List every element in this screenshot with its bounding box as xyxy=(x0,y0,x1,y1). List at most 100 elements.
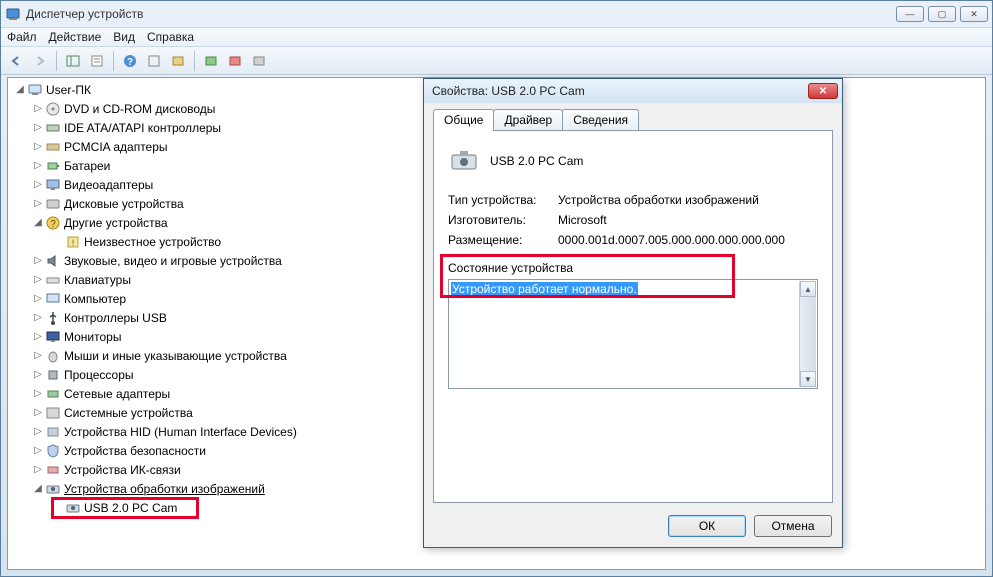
expand-icon[interactable]: ▷ xyxy=(32,350,44,361)
expand-icon[interactable]: ▷ xyxy=(32,369,44,380)
menubar: Файл Действие Вид Справка xyxy=(1,27,992,47)
cancel-button[interactable]: Отмена xyxy=(754,515,832,537)
menu-help[interactable]: Справка xyxy=(147,30,194,44)
tree-item[interactable]: ▷Устройства безопасности xyxy=(10,441,410,460)
tree-item[interactable]: ▷Сетевые адаптеры xyxy=(10,384,410,403)
close-button[interactable]: ✕ xyxy=(960,6,988,22)
help-button[interactable]: ? xyxy=(119,50,141,72)
dialog-buttons: ОК Отмена xyxy=(668,515,832,537)
tree-imaging-devices[interactable]: ◢ Устройства обработки изображений xyxy=(10,479,410,498)
client-area: ◢ User-ПК ▷DVD и CD-ROM дисководы▷IDE AT… xyxy=(7,77,986,570)
tree-unknown-device[interactable]: ! Неизвестное устройство xyxy=(10,232,410,251)
scrollbar-up-icon[interactable]: ▲ xyxy=(800,281,816,297)
expand-icon[interactable]: ▷ xyxy=(32,445,44,456)
maximize-button[interactable]: ▢ xyxy=(928,6,956,22)
expand-icon[interactable]: ▷ xyxy=(32,312,44,323)
properties-button[interactable] xyxy=(86,50,108,72)
expand-icon[interactable]: ▷ xyxy=(32,179,44,190)
tree-item[interactable]: ▷Процессоры xyxy=(10,365,410,384)
dialog-close-button[interactable]: ✕ xyxy=(808,83,838,99)
tab-general[interactable]: Общие xyxy=(433,109,494,131)
minimize-button[interactable]: — xyxy=(896,6,924,22)
tree-item[interactable]: ▷ Видеоадаптеры xyxy=(10,175,410,194)
webcam-icon xyxy=(65,500,81,516)
status-textbox[interactable]: Устройство работает нормально. ▲ ▼ xyxy=(448,279,818,389)
expand-icon[interactable]: ▷ xyxy=(32,274,44,285)
expand-icon[interactable]: ▷ xyxy=(32,293,44,304)
collapse-icon[interactable]: ◢ xyxy=(32,483,44,494)
expand-icon[interactable]: ▷ xyxy=(32,388,44,399)
tree-item[interactable]: ▷IDE ATA/ATAPI контроллеры xyxy=(10,118,410,137)
tree-item[interactable]: ▷Устройства HID (Human Interface Devices… xyxy=(10,422,410,441)
svg-text:?: ? xyxy=(50,219,56,230)
pcmcia-icon xyxy=(45,139,61,155)
tree-item[interactable]: ▷Мыши и иные указывающие устройства xyxy=(10,346,410,365)
device-tree[interactable]: ◢ User-ПК ▷DVD и CD-ROM дисководы▷IDE AT… xyxy=(10,80,410,567)
tree-item[interactable]: ▷PCMCIA адаптеры xyxy=(10,137,410,156)
uninstall-button[interactable] xyxy=(224,50,246,72)
expand-icon[interactable]: ▷ xyxy=(32,160,44,171)
update-driver-button[interactable] xyxy=(200,50,222,72)
show-hide-tree-button[interactable] xyxy=(62,50,84,72)
tree-item[interactable]: ▷ Мониторы xyxy=(10,327,410,346)
collapse-icon[interactable]: ◢ xyxy=(14,84,26,95)
tree-item-label: Клавиатуры xyxy=(64,273,131,287)
ide-icon xyxy=(45,120,61,136)
window-title: Диспетчер устройств xyxy=(26,7,896,21)
tree-usb-camera[interactable]: USB 2.0 PC Cam xyxy=(10,498,410,517)
dialog-titlebar[interactable]: Свойства: USB 2.0 PC Cam ✕ xyxy=(424,79,842,103)
tree-item[interactable]: ▷Дисковые устройства xyxy=(10,194,410,213)
ok-button[interactable]: ОК xyxy=(668,515,746,537)
expand-icon[interactable]: ▷ xyxy=(32,103,44,114)
device-status-group: Состояние устройства Устройство работает… xyxy=(448,261,818,389)
tree-item-label: Мониторы xyxy=(64,330,121,344)
tree-root[interactable]: ◢ User-ПК xyxy=(10,80,410,99)
menu-action[interactable]: Действие xyxy=(49,30,102,44)
tree-item-label: Видеоадаптеры xyxy=(64,178,153,192)
camera-icon xyxy=(45,481,61,497)
device-large-icon xyxy=(448,145,480,177)
status-scrollbar[interactable]: ▲ ▼ xyxy=(799,281,816,387)
menu-file[interactable]: Файл xyxy=(7,30,37,44)
tree-item-label: Батареи xyxy=(64,159,110,173)
expand-icon[interactable]: ▷ xyxy=(32,255,44,266)
tree-item[interactable]: ▷ Батареи xyxy=(10,156,410,175)
tree-item[interactable]: ▷ Клавиатуры xyxy=(10,270,410,289)
tree-other-devices[interactable]: ◢ ? Другие устройства xyxy=(10,213,410,232)
tree-item[interactable]: ▷ Контроллеры USB xyxy=(10,308,410,327)
tree-item-label: Контроллеры USB xyxy=(64,311,167,325)
back-button[interactable] xyxy=(5,50,27,72)
tab-driver[interactable]: Драйвер xyxy=(493,109,563,131)
expand-icon[interactable]: ▷ xyxy=(32,331,44,342)
device-header: USB 2.0 PC Cam xyxy=(448,145,818,177)
action-button[interactable] xyxy=(143,50,165,72)
tree-item[interactable]: ▷Компьютер xyxy=(10,289,410,308)
dialog-title: Свойства: USB 2.0 PC Cam xyxy=(428,84,808,98)
disable-button[interactable] xyxy=(248,50,270,72)
ir-icon xyxy=(45,462,61,478)
tree-item[interactable]: ▷ Системные устройства xyxy=(10,403,410,422)
scan-button[interactable] xyxy=(167,50,189,72)
other-icon: ? xyxy=(45,215,61,231)
expand-icon[interactable]: ▷ xyxy=(32,122,44,133)
tab-details[interactable]: Сведения xyxy=(562,109,639,131)
expand-icon[interactable]: ▷ xyxy=(32,198,44,209)
expand-icon[interactable]: ▷ xyxy=(32,407,44,418)
tree-item-label: Системные устройства xyxy=(64,406,193,420)
security-icon xyxy=(45,443,61,459)
tree-item[interactable]: ▷Устройства ИК-связи xyxy=(10,460,410,479)
forward-button[interactable] xyxy=(29,50,51,72)
tree-item[interactable]: ▷DVD и CD-ROM дисководы xyxy=(10,99,410,118)
tree-item[interactable]: ▷Звуковые, видео и игровые устройства xyxy=(10,251,410,270)
device-manager-window: Диспетчер устройств — ▢ ✕ Файл Действие … xyxy=(0,0,993,577)
expand-icon[interactable]: ▷ xyxy=(32,426,44,437)
row-location: Размещение: 0000.001d.0007.005.000.000.0… xyxy=(448,233,818,247)
expand-icon[interactable]: ▷ xyxy=(32,464,44,475)
scrollbar-down-icon[interactable]: ▼ xyxy=(800,371,816,387)
menu-view[interactable]: Вид xyxy=(113,30,135,44)
collapse-icon[interactable]: ◢ xyxy=(32,217,44,228)
computer-icon xyxy=(45,291,61,307)
computer-icon xyxy=(27,82,43,98)
hid-icon xyxy=(45,424,61,440)
expand-icon[interactable]: ▷ xyxy=(32,141,44,152)
